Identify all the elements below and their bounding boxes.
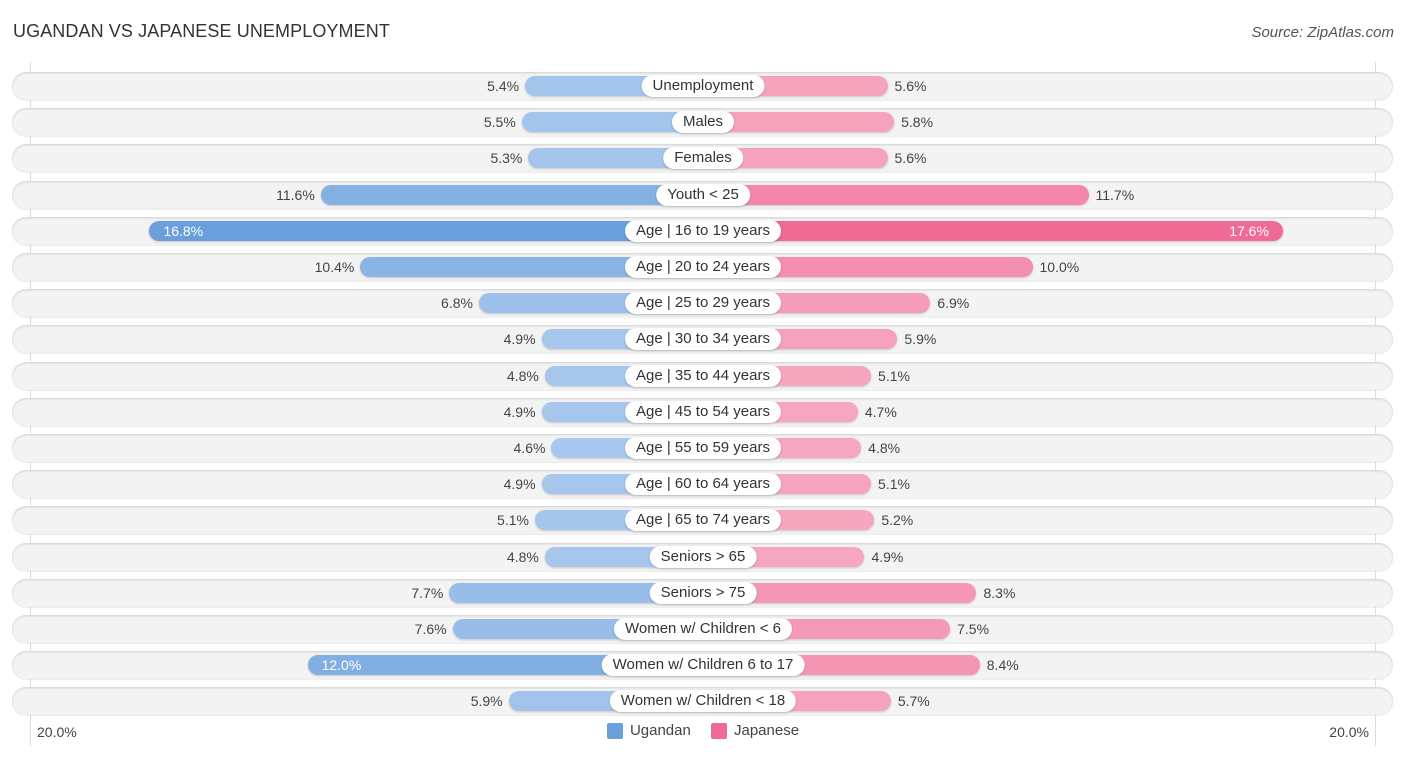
value-label-ugandan: 10.4% bbox=[314, 259, 355, 275]
category-label: Age | 30 to 34 years bbox=[625, 328, 781, 351]
value-label-ugandan: 4.9% bbox=[503, 476, 536, 493]
legend-label-ugandan: Ugandan bbox=[629, 722, 691, 739]
legend-swatch-japanese bbox=[711, 722, 727, 739]
value-label-ugandan: 4.8% bbox=[506, 367, 539, 384]
chart-row: 4.9% 5.9% Age | 30 to 34 years bbox=[12, 325, 1393, 355]
value-label-japanese: 8.3% bbox=[983, 584, 1016, 601]
category-label: Unemployment bbox=[641, 75, 765, 97]
chart-row: 6.8% 6.9% Age | 25 to 29 years bbox=[12, 289, 1393, 319]
chart-row: 7.6% 7.5% Women w/ Children < 6 bbox=[12, 615, 1393, 645]
chart-row: 4.8% 4.9% Seniors > 65 bbox=[12, 542, 1393, 573]
value-label-japanese: 4.8% bbox=[868, 440, 901, 456]
category-label: Age | 55 to 59 years bbox=[625, 437, 781, 459]
category-label: Age | 35 to 44 years bbox=[625, 364, 781, 387]
value-label-ugandan: 4.8% bbox=[506, 548, 539, 565]
category-label: Women w/ Children < 18 bbox=[609, 690, 797, 713]
value-label-japanese: 11.7% bbox=[1095, 186, 1135, 203]
source-credit: Source: ZipAtlas.com bbox=[1251, 24, 1394, 41]
chart-title: UGANDAN VS JAPANESE UNEMPLOYMENT bbox=[13, 21, 390, 41]
legend: Ugandan Japanese bbox=[0, 722, 1406, 743]
chart-row: 5.3% 5.6% Females bbox=[12, 144, 1393, 174]
chart-row: 10.4% 10.0% Age | 20 to 24 years bbox=[12, 253, 1393, 283]
category-label: Females bbox=[663, 147, 743, 170]
chart-row: 16.8% 17.6% Age | 16 to 19 years bbox=[12, 216, 1393, 247]
value-label-ugandan: 11.6% bbox=[276, 186, 315, 203]
value-label-japanese: 5.2% bbox=[881, 512, 914, 529]
bar-ugandan[interactable] bbox=[320, 184, 703, 205]
category-label: Age | 60 to 64 years bbox=[625, 473, 781, 496]
bar-ugandan[interactable] bbox=[149, 220, 703, 241]
chart-row: 4.9% 5.1% Age | 60 to 64 years bbox=[12, 470, 1393, 500]
value-label-japanese: 17.6% bbox=[1229, 222, 1269, 239]
chart-row: 5.5% 5.8% Males bbox=[12, 108, 1393, 138]
legend-item-ugandan[interactable]: Ugandan bbox=[606, 722, 691, 739]
chart-row: 5.4% 5.6% Unemployment bbox=[12, 72, 1393, 102]
category-label: Age | 20 to 24 years bbox=[625, 256, 781, 278]
chart-row: 4.9% 4.7% Age | 45 to 54 years bbox=[12, 397, 1393, 428]
value-label-japanese: 5.7% bbox=[897, 693, 930, 710]
category-label: Seniors > 65 bbox=[649, 545, 757, 568]
chart-row: 5.1% 5.2% Age | 65 to 74 years bbox=[12, 506, 1393, 536]
value-label-ugandan: 5.5% bbox=[483, 114, 516, 131]
value-label-ugandan: 4.9% bbox=[503, 403, 536, 420]
value-label-ugandan: 7.6% bbox=[414, 621, 447, 637]
value-label-ugandan: 12.0% bbox=[321, 657, 362, 674]
legend-item-japanese[interactable]: Japanese bbox=[711, 722, 799, 739]
value-label-japanese: 7.5% bbox=[957, 621, 990, 637]
value-label-ugandan: 4.9% bbox=[503, 331, 536, 348]
value-label-japanese: 4.7% bbox=[864, 403, 897, 420]
value-label-ugandan: 4.6% bbox=[513, 440, 546, 456]
category-label: Women w/ Children 6 to 17 bbox=[601, 654, 805, 677]
category-label: Women w/ Children < 6 bbox=[613, 618, 793, 640]
value-label-japanese: 5.6% bbox=[894, 78, 927, 94]
value-label-japanese: 5.9% bbox=[904, 331, 937, 348]
value-label-ugandan: 6.8% bbox=[441, 295, 473, 312]
category-label: Age | 65 to 74 years bbox=[625, 509, 781, 532]
value-label-japanese: 4.9% bbox=[871, 548, 904, 565]
value-label-ugandan: 16.8% bbox=[163, 222, 204, 239]
value-label-ugandan: 5.3% bbox=[490, 150, 523, 167]
chart-row: 4.6% 4.8% Age | 55 to 59 years bbox=[12, 434, 1393, 464]
value-label-ugandan: 5.1% bbox=[497, 512, 529, 529]
value-label-ugandan: 7.7% bbox=[411, 584, 444, 601]
category-label: Seniors > 75 bbox=[649, 581, 757, 604]
bar-japanese[interactable] bbox=[703, 184, 1089, 205]
value-label-ugandan: 5.4% bbox=[487, 78, 520, 94]
legend-swatch-ugandan bbox=[606, 722, 623, 739]
chart-row: 11.6% 11.7% Youth < 25 bbox=[12, 180, 1393, 211]
value-label-japanese: 10.0% bbox=[1039, 259, 1080, 275]
value-label-japanese: 5.1% bbox=[878, 367, 910, 384]
category-label: Youth < 25 bbox=[656, 183, 750, 206]
value-label-japanese: 5.8% bbox=[901, 114, 934, 131]
category-label: Age | 16 to 19 years bbox=[625, 219, 781, 242]
chart-row: 12.0% 8.4% Women w/ Children 6 to 17 bbox=[12, 651, 1393, 681]
value-label-japanese: 8.4% bbox=[986, 657, 1019, 674]
chart-row: 4.8% 5.1% Age | 35 to 44 years bbox=[12, 361, 1393, 392]
chart-row: 7.7% 8.3% Seniors > 75 bbox=[12, 578, 1393, 609]
category-label: Age | 25 to 29 years bbox=[625, 292, 781, 315]
value-label-japanese: 6.9% bbox=[937, 295, 970, 312]
value-label-japanese: 5.6% bbox=[894, 150, 927, 167]
bar-japanese[interactable] bbox=[703, 220, 1283, 241]
category-label: Males bbox=[671, 111, 735, 134]
value-label-japanese: 5.1% bbox=[878, 476, 910, 493]
legend-label-japanese: Japanese bbox=[734, 722, 800, 739]
chart-row: 5.9% 5.7% Women w/ Children < 18 bbox=[12, 687, 1393, 717]
value-label-ugandan: 5.9% bbox=[470, 693, 503, 710]
category-label: Age | 45 to 54 years bbox=[625, 400, 781, 423]
